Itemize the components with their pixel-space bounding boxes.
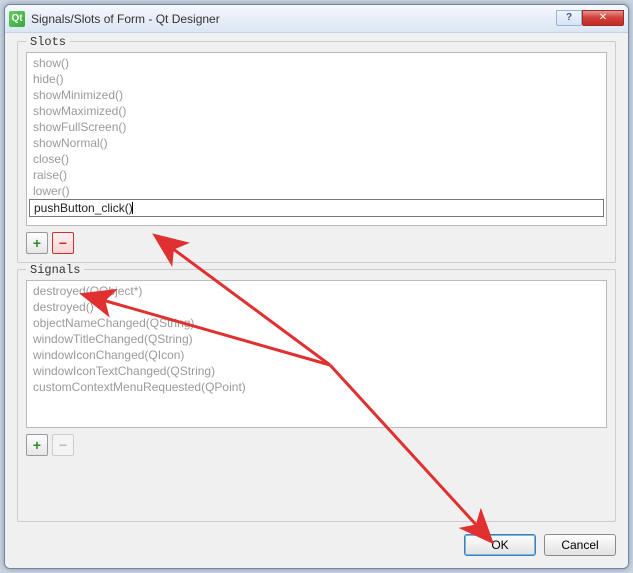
list-item[interactable]: lower() <box>29 183 604 199</box>
signals-button-row: + − <box>26 434 607 456</box>
window-title: Signals/Slots of Form - Qt Designer <box>31 12 556 26</box>
app-icon: Qt <box>9 11 25 27</box>
signals-group-label: Signals <box>26 263 84 277</box>
list-item[interactable]: showMinimized() <box>29 87 604 103</box>
list-item[interactable]: destroyed(QObject*) <box>29 283 604 299</box>
add-signal-button[interactable]: + <box>26 434 48 456</box>
window-buttons: ? ✕ <box>556 12 624 26</box>
list-item[interactable]: objectNameChanged(QString) <box>29 315 604 331</box>
slots-listbox[interactable]: show() hide() showMinimized() showMaximi… <box>26 52 607 226</box>
add-slot-button[interactable]: + <box>26 232 48 254</box>
help-button[interactable]: ? <box>556 10 582 26</box>
signals-listbox[interactable]: destroyed(QObject*) destroyed() objectNa… <box>26 280 607 428</box>
list-item[interactable]: hide() <box>29 71 604 87</box>
titlebar[interactable]: Qt Signals/Slots of Form - Qt Designer ?… <box>5 5 628 33</box>
cancel-button[interactable]: Cancel <box>544 534 616 556</box>
list-item[interactable]: show() <box>29 55 604 71</box>
list-item[interactable]: close() <box>29 151 604 167</box>
slots-group-label: Slots <box>26 35 70 49</box>
remove-signal-button: − <box>52 434 74 456</box>
list-item[interactable]: destroyed() <box>29 299 604 315</box>
dialog-button-row: OK Cancel <box>17 528 616 556</box>
list-item[interactable]: showNormal() <box>29 135 604 151</box>
slots-group: Slots show() hide() showMinimized() show… <box>17 41 616 263</box>
text-caret <box>132 202 133 214</box>
signals-group: Signals destroyed(QObject*) destroyed() … <box>17 269 616 522</box>
slots-button-row: + − <box>26 232 607 254</box>
slot-edit-input[interactable]: pushButton_click() <box>29 199 604 217</box>
ok-button[interactable]: OK <box>464 534 536 556</box>
close-button[interactable]: ✕ <box>582 10 624 26</box>
remove-slot-button[interactable]: − <box>52 232 74 254</box>
dialog-window: Qt Signals/Slots of Form - Qt Designer ?… <box>4 4 629 569</box>
list-item[interactable]: raise() <box>29 167 604 183</box>
slot-edit-value: pushButton_click() <box>34 201 133 215</box>
list-item[interactable]: windowIconTextChanged(QString) <box>29 363 604 379</box>
list-item[interactable]: windowIconChanged(QIcon) <box>29 347 604 363</box>
list-item[interactable]: showMaximized() <box>29 103 604 119</box>
list-item[interactable]: showFullScreen() <box>29 119 604 135</box>
dialog-content: Slots show() hide() showMinimized() show… <box>5 33 628 568</box>
list-item[interactable]: customContextMenuRequested(QPoint) <box>29 379 604 395</box>
list-item[interactable]: windowTitleChanged(QString) <box>29 331 604 347</box>
